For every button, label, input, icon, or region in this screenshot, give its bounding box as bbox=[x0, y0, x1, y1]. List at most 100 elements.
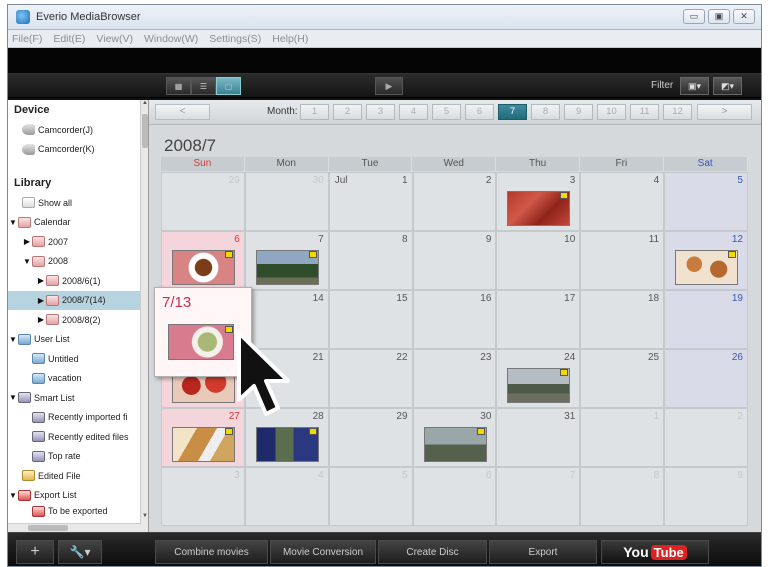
month-button-6[interactable]: 6 bbox=[465, 104, 494, 120]
calendar-day-cell[interactable]: 8 bbox=[580, 467, 665, 526]
export-button[interactable]: Export bbox=[489, 540, 597, 564]
calendar-day-cell[interactable]: 11 bbox=[580, 231, 665, 290]
calendar-day-cell[interactable]: 27 bbox=[161, 408, 245, 467]
thumbnail-view-icon[interactable]: ▦ bbox=[166, 77, 191, 95]
calendar-day-cell[interactable]: 24 bbox=[496, 349, 581, 408]
scroll-up-icon[interactable]: ▲ bbox=[141, 100, 148, 109]
calendar-day-cell[interactable]: 16 bbox=[412, 290, 497, 349]
calendar-day-cell[interactable]: 6 bbox=[161, 231, 245, 290]
sidebar-vertical-scrollbar[interactable]: ▲ ▼ bbox=[140, 100, 148, 532]
sidebar-item-2008[interactable]: ▼ 2008 bbox=[8, 252, 148, 272]
calendar-day-cell[interactable]: 2 bbox=[412, 172, 497, 231]
expand-right-icon[interactable]: ▶ bbox=[36, 296, 46, 305]
month-button-9[interactable]: 9 bbox=[564, 104, 593, 120]
calendar-day-cell[interactable]: 26 bbox=[664, 349, 748, 408]
filter-edit-icon[interactable]: ◩▾ bbox=[713, 77, 742, 95]
calendar-day-cell[interactable]: 3 bbox=[496, 172, 581, 231]
filter-type-icon[interactable]: ▣▾ bbox=[680, 77, 709, 95]
calendar-day-cell[interactable]: 4 bbox=[244, 467, 329, 526]
calendar-day-cell[interactable]: 7 bbox=[244, 231, 329, 290]
month-button-10[interactable]: 10 bbox=[597, 104, 626, 120]
calendar-day-cell[interactable]: 17 bbox=[496, 290, 581, 349]
expand-down-icon[interactable]: ▼ bbox=[8, 393, 18, 402]
calendar-day-cell[interactable]: 18 bbox=[580, 290, 665, 349]
calendar-day-cell[interactable]: 19 bbox=[664, 290, 748, 349]
sidebar-item-camcorder-j[interactable]: Camcorder(J) bbox=[8, 120, 148, 140]
next-month-button[interactable]: > bbox=[697, 104, 752, 120]
month-button-5[interactable]: 5 bbox=[432, 104, 461, 120]
calendar-day-cell[interactable]: 4 bbox=[580, 172, 665, 231]
minimize-button[interactable]: ▭ bbox=[683, 9, 705, 24]
calendar-day-cell[interactable]: 2 bbox=[664, 408, 748, 467]
calendar-day-cell[interactable]: 31 bbox=[496, 408, 581, 467]
calendar-day-cell[interactable]: 25 bbox=[580, 349, 665, 408]
calendar-day-cell[interactable]: 23 bbox=[412, 349, 497, 408]
sidebar-item-export-list[interactable]: ▼ Export List bbox=[8, 486, 148, 506]
expand-right-icon[interactable]: ▶ bbox=[22, 237, 32, 246]
calendar-day-cell[interactable]: 6 bbox=[412, 467, 497, 526]
menu-file[interactable]: File(F) bbox=[12, 33, 42, 45]
month-button-2[interactable]: 2 bbox=[333, 104, 362, 120]
expand-right-icon[interactable]: ▶ bbox=[36, 276, 46, 285]
combine-movies-button[interactable]: Combine movies bbox=[155, 540, 268, 564]
scroll-down-icon[interactable]: ▼ bbox=[141, 513, 148, 522]
calendar-day-cell[interactable]: 30 bbox=[244, 172, 329, 231]
scroll-thumb[interactable] bbox=[142, 114, 148, 148]
sidebar-item-smart-list[interactable]: ▼ Smart List bbox=[8, 388, 148, 408]
menu-help[interactable]: Help(H) bbox=[272, 33, 308, 45]
tools-icon[interactable]: 🔧▾ bbox=[58, 540, 102, 564]
youtube-upload-button[interactable]: You Tube bbox=[601, 540, 709, 564]
sidebar-item-2007[interactable]: ▶ 2007 bbox=[8, 232, 148, 252]
calendar-day-cell[interactable]: 15 bbox=[328, 290, 413, 349]
calendar-day-cell[interactable]: 29 bbox=[328, 408, 413, 467]
calendar-day-cell[interactable]: 10 bbox=[496, 231, 581, 290]
month-button-1[interactable]: 1 bbox=[300, 104, 329, 120]
menu-window[interactable]: Window(W) bbox=[144, 33, 198, 45]
sidebar-item-2008-7[interactable]: ▶ 2008/7(14) bbox=[8, 290, 148, 310]
month-button-7[interactable]: 7 bbox=[498, 104, 527, 120]
expand-down-icon[interactable]: ▼ bbox=[8, 491, 18, 500]
sidebar-item-recently-imported[interactable]: Recently imported fi bbox=[8, 408, 148, 428]
calendar-view-icon[interactable]: ▢ bbox=[216, 77, 241, 95]
calendar-day-cell[interactable]: 5 bbox=[664, 172, 748, 231]
calendar-day-cell[interactable]: 22 bbox=[328, 349, 413, 408]
list-view-icon[interactable]: ☰ bbox=[191, 77, 216, 95]
calendar-day-cell[interactable]: 1 bbox=[580, 408, 665, 467]
sidebar-item-user-list[interactable]: ▼ User List bbox=[8, 330, 148, 350]
month-button-3[interactable]: 3 bbox=[366, 104, 395, 120]
expand-down-icon[interactable]: ▼ bbox=[22, 257, 32, 266]
menu-settings[interactable]: Settings(S) bbox=[209, 33, 261, 45]
sidebar-item-edited-file[interactable]: Edited File bbox=[8, 466, 148, 486]
create-disc-button[interactable]: Create Disc bbox=[378, 540, 487, 564]
calendar-day-cell[interactable]: 29 bbox=[161, 172, 245, 231]
scroll-thumb[interactable] bbox=[28, 525, 68, 531]
month-button-11[interactable]: 11 bbox=[630, 104, 659, 120]
expand-down-icon[interactable]: ▼ bbox=[8, 335, 18, 344]
calendar-day-cell[interactable]: Jul 1 bbox=[328, 172, 413, 231]
sidebar-horizontal-scrollbar[interactable] bbox=[8, 523, 141, 532]
sidebar-item-recently-edited[interactable]: Recently edited files bbox=[8, 427, 148, 447]
calendar-day-cell[interactable]: 9 bbox=[664, 467, 748, 526]
sidebar-item-show-all[interactable]: Show all bbox=[8, 193, 148, 213]
calendar-day-cell[interactable]: 5 bbox=[328, 467, 413, 526]
expand-down-icon[interactable]: ▼ bbox=[8, 218, 18, 227]
month-button-12[interactable]: 12 bbox=[663, 104, 692, 120]
sidebar-item-calendar[interactable]: ▼ Calendar bbox=[8, 213, 148, 233]
sidebar-item-top-rate[interactable]: Top rate bbox=[8, 447, 148, 467]
slideshow-icon[interactable]: ▶ bbox=[375, 77, 403, 95]
expand-right-icon[interactable]: ▶ bbox=[36, 315, 46, 324]
calendar-day-cell[interactable]: 12 bbox=[664, 231, 748, 290]
sidebar-item-untitled[interactable]: Untitled bbox=[8, 349, 148, 369]
menu-view[interactable]: View(V) bbox=[96, 33, 133, 45]
month-button-4[interactable]: 4 bbox=[399, 104, 428, 120]
sidebar-item-vacation[interactable]: vacation bbox=[8, 369, 148, 389]
add-icon[interactable]: + bbox=[16, 540, 54, 564]
sidebar-item-2008-6[interactable]: ▶ 2008/6(1) bbox=[8, 271, 148, 291]
calendar-day-cell[interactable]: 3 bbox=[161, 467, 245, 526]
prev-month-button[interactable]: < bbox=[155, 104, 210, 120]
close-button[interactable]: ✕ bbox=[733, 9, 755, 24]
calendar-day-cell[interactable]: 8 bbox=[328, 231, 413, 290]
maximize-button[interactable]: ▣ bbox=[708, 9, 730, 24]
calendar-day-cell[interactable]: 30 bbox=[412, 408, 497, 467]
sidebar-item-2008-8[interactable]: ▶ 2008/8(2) bbox=[8, 310, 148, 330]
